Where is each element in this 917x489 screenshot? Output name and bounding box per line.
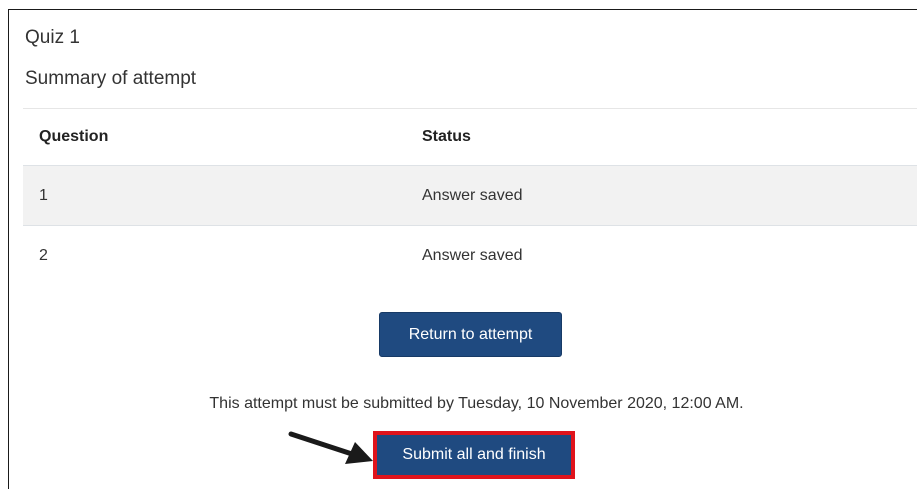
submit-highlight-box: Submit all and finish xyxy=(373,431,575,479)
column-header-status: Status xyxy=(422,128,471,145)
column-header-question: Question xyxy=(39,128,109,145)
return-to-attempt-button[interactable]: Return to attempt xyxy=(379,312,562,357)
question-number: 1 xyxy=(39,186,48,204)
question-status: Answer saved xyxy=(422,186,523,204)
table-row: 2 Answer saved xyxy=(23,225,917,285)
quiz-summary-panel: Quiz 1 Summary of attempt Question Statu… xyxy=(8,9,917,489)
table-row: 1 Answer saved xyxy=(23,165,917,225)
question-number: 2 xyxy=(39,246,48,264)
arrow-pointer-icon xyxy=(288,431,373,464)
quiz-title: Quiz 1 xyxy=(25,27,80,48)
attempt-summary-table: Question Status 1 Answer saved 2 Answer … xyxy=(23,108,917,285)
table-header-row: Question Status xyxy=(23,108,917,165)
submit-all-and-finish-button[interactable]: Submit all and finish xyxy=(377,435,571,475)
question-status: Answer saved xyxy=(422,246,523,264)
submission-deadline-text: This attempt must be submitted by Tuesda… xyxy=(209,395,744,412)
summary-heading: Summary of attempt xyxy=(25,68,197,89)
